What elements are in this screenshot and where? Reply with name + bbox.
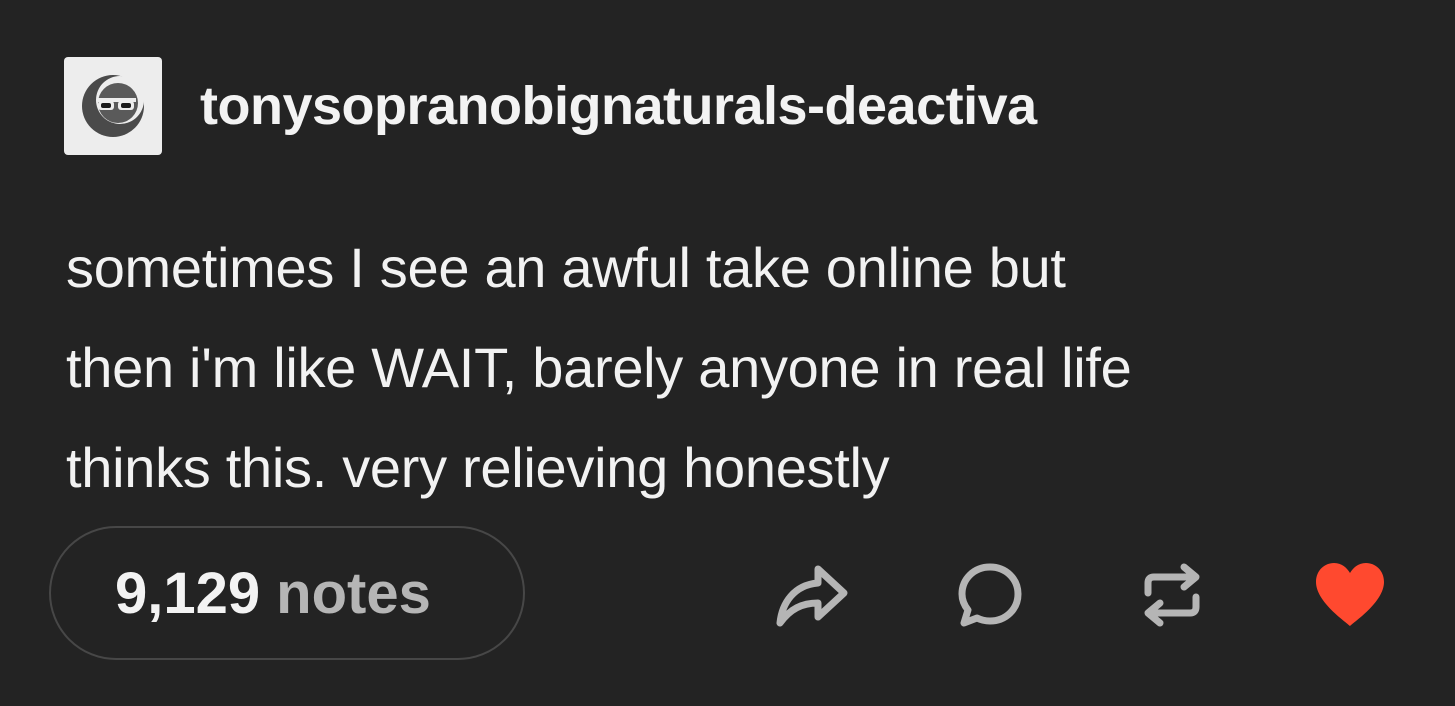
notes-label: notes [276,560,431,626]
post-body: sometimes I see an awful take online but… [66,218,1406,518]
post-body-line: then i'm like WAIT, barely anyone in rea… [66,336,1132,399]
avatar[interactable] [64,57,162,155]
notes-count: 9,129 [115,560,261,626]
sunglasses-moon-avatar-icon [82,75,144,137]
username[interactable]: tonysopranobignaturals-deactiva [200,75,1037,137]
post-body-line: sometimes I see an awful take online but [66,236,1066,299]
share-icon [776,565,848,627]
post-card: tonysopranobignaturals-deactiva sometime… [0,0,1455,706]
heart-icon [1316,563,1384,626]
like-button[interactable] [1310,555,1390,635]
share-button[interactable] [772,555,852,635]
reply-button[interactable] [950,555,1030,635]
post-actions [760,555,1400,635]
reblog-button[interactable] [1132,555,1212,635]
reblog-icon [1144,563,1200,627]
reply-icon [958,563,1022,627]
post-header: tonysopranobignaturals-deactiva [64,57,1037,155]
notes-button[interactable]: 9,129 notes [49,526,525,660]
post-body-line: thinks this. very relieving honestly [66,436,890,499]
